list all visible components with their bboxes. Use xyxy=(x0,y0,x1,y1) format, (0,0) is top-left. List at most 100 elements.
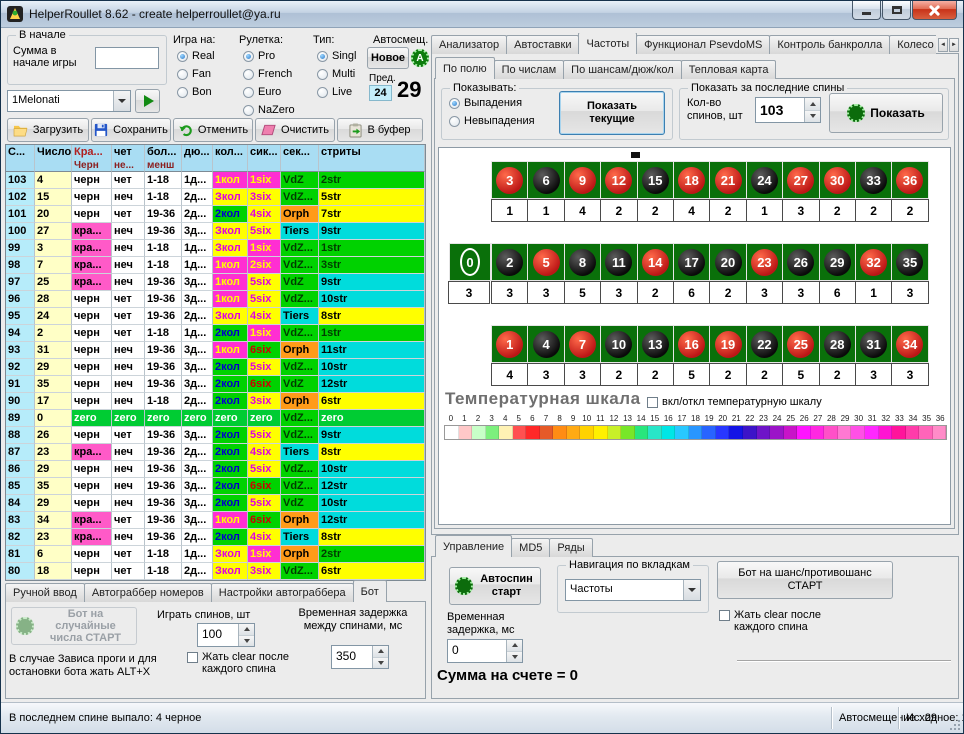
clear-after-spin-checkbox[interactable]: Жать clear после каждого спина xyxy=(187,651,317,675)
tab-bot[interactable]: Бот xyxy=(353,580,387,602)
spins-count-value[interactable]: 100 xyxy=(198,624,238,646)
spin-up-icon[interactable] xyxy=(373,646,388,658)
table-row[interactable]: 8723кра...неч19-362д...2кол4sixTiers8str xyxy=(6,444,425,461)
tab-scroll-right-icon[interactable]: ► xyxy=(949,38,959,52)
spin-down-icon[interactable] xyxy=(239,636,254,647)
table-row[interactable]: 816чернчет1-181д...Зкол1sixOrph2str xyxy=(6,546,425,563)
column-header[interactable]: стриты xyxy=(319,145,425,160)
combo-dropdown-icon[interactable] xyxy=(113,91,130,111)
column-header[interactable]: чет xyxy=(112,145,145,160)
spin-up-icon[interactable] xyxy=(239,624,254,636)
spin-delay-stepper[interactable]: 350 xyxy=(331,645,389,669)
column-header[interactable]: Число xyxy=(35,145,72,160)
chance-bot-start-button[interactable]: Бот на шанс/противошанс СТАРТ xyxy=(717,561,893,599)
table-row[interactable]: 10120чернчет19-362д...2кол4sixOrph7str xyxy=(6,206,425,223)
show-button[interactable]: Показать xyxy=(829,93,943,133)
tab-psevdoms[interactable]: Функционал PsevdoMS xyxy=(636,35,770,54)
spin-delay-value[interactable]: 350 xyxy=(332,646,372,668)
radio-live[interactable]: Live xyxy=(317,86,352,98)
tab-scroll-left-icon[interactable]: ◄ xyxy=(938,38,948,52)
table-row[interactable]: 8535черннеч19-363д...2кол6sixVdZ...12str xyxy=(6,478,425,495)
table-row[interactable]: 8429черннеч19-363д...2кол5sixVdZ10str xyxy=(6,495,425,512)
new-button[interactable]: Новое xyxy=(367,47,409,69)
temperature-scale-checkbox[interactable]: вкл/откл температурную шкалу xyxy=(647,396,822,408)
tab-frequencies[interactable]: Частоты xyxy=(578,33,637,54)
table-row[interactable]: 10027кра...неч19-363д...Зкол5sixTiers9st… xyxy=(6,223,425,240)
table-row[interactable]: 987кра...неч1-181д...1кол2sixVdZ...3str xyxy=(6,257,425,274)
save-button[interactable]: Сохранить xyxy=(91,118,171,142)
radio-hits[interactable]: Выпадения xyxy=(449,97,522,109)
tab-navigation-select[interactable]: Частоты xyxy=(565,579,701,601)
spin-down-icon[interactable] xyxy=(373,658,388,669)
table-row[interactable]: 10215черннеч1-182д...Зкол3sixVdZ...5str xyxy=(6,189,425,206)
tab-wheel[interactable]: Колесо xyxy=(889,35,936,54)
tab-control[interactable]: Управление xyxy=(435,535,512,557)
show-current-button[interactable]: Показать текущие xyxy=(559,91,665,135)
spin-up-icon[interactable] xyxy=(507,640,522,652)
spin-log-table[interactable]: С...ЧислоКра...четбол...дю...кол...сик..… xyxy=(5,144,426,581)
autospin-start-button[interactable]: Автоспин старт xyxy=(449,567,541,605)
control-delay-value[interactable]: 0 xyxy=(448,640,506,662)
table-row[interactable]: 9135черннеч19-363д...2кол6sixVdZ12str xyxy=(6,376,425,393)
radio-misses[interactable]: Невыпадения xyxy=(449,115,535,127)
radio-singl[interactable]: Singl xyxy=(317,50,356,62)
column-header[interactable]: кол... xyxy=(213,145,248,160)
close-button[interactable] xyxy=(912,1,957,20)
radio-nazero[interactable]: NaZero xyxy=(243,104,295,116)
column-header[interactable]: сек... xyxy=(281,145,319,160)
radio-fan[interactable]: Fan xyxy=(177,68,211,80)
clear-button[interactable]: Очистить xyxy=(255,118,335,142)
column-header[interactable]: бол... xyxy=(145,145,182,160)
last-spins-value[interactable]: 103 xyxy=(756,98,804,122)
tab-autograbber[interactable]: Автограббер номеров xyxy=(84,583,212,602)
table-row[interactable]: 9229черннеч19-363д...2кол5sixVdZ...10str xyxy=(6,359,425,376)
copy-to-buffer-button[interactable]: В буфер xyxy=(337,118,423,142)
table-row[interactable]: 1034чернчет1-181д...1кол1sixVdZ2str xyxy=(6,172,425,189)
radio-pro[interactable]: Pro xyxy=(243,50,275,62)
resize-grip[interactable] xyxy=(948,718,961,731)
radio-euro[interactable]: Euro xyxy=(243,86,281,98)
start-sum-input[interactable] xyxy=(95,47,159,69)
column-header[interactable]: Кра... xyxy=(72,145,112,160)
table-row[interactable]: 8018чернчет1-182д...Зкол3sixVdZ...6str xyxy=(6,563,425,580)
tab-autograbber-settings[interactable]: Настройки автограббера xyxy=(211,583,354,602)
table-row[interactable]: 8223кра...неч19-362д...2кол4sixTiers8str xyxy=(6,529,425,546)
table-row[interactable]: 9331черннеч19-363д...1кол6sixOrph11str xyxy=(6,342,425,359)
table-row[interactable]: 890zerozerozerozerozerozeroVdZ...zero xyxy=(6,410,425,427)
radio-real[interactable]: Real xyxy=(177,50,215,62)
control-delay-stepper[interactable]: 0 xyxy=(447,639,523,663)
table-row[interactable]: 942чернчет1-181д...2кол1sixVdZ...1str xyxy=(6,325,425,342)
table-row[interactable]: 9524чернчет19-362д...Зкол4sixTiers8str xyxy=(6,308,425,325)
table-row[interactable]: 9628чернчет19-363д...1кол5sixVdZ...10str xyxy=(6,291,425,308)
spin-down-icon[interactable] xyxy=(805,111,820,123)
tab-rows[interactable]: Ряды xyxy=(549,538,592,557)
table-row[interactable]: 8334кра...чет19-363д...1кол6sixOrph12str xyxy=(6,512,425,529)
clear-after-spin-checkbox-right[interactable]: Жать clear после каждого спина xyxy=(719,609,849,633)
random-numbers-bot-button[interactable]: Бот на случайные числа СТАРТ xyxy=(11,607,137,645)
table-row[interactable]: 8629черннеч19-363д...2кол5sixVdZ...10str xyxy=(6,461,425,478)
titlebar[interactable]: HelperRoullet 8.62 - create helperroulle… xyxy=(1,1,963,28)
play-button[interactable] xyxy=(135,89,160,113)
table-row[interactable]: 8826чернчет19-363д...2кол5sixVdZ...9str xyxy=(6,427,425,444)
table-row[interactable]: 993кра...неч1-181д...Зкол1sixVdZ...1str xyxy=(6,240,425,257)
subtab-by-field[interactable]: По полю xyxy=(435,57,495,79)
subtab-heatmap[interactable]: Тепловая карта xyxy=(681,60,777,79)
load-button[interactable]: Загрузить xyxy=(7,118,89,142)
table-row[interactable]: 9725кра...неч19-363д...1кол5sixVdZ9str xyxy=(6,274,425,291)
spin-up-icon[interactable] xyxy=(805,98,820,111)
table-row[interactable]: 9017черннеч1-182д...2кол3sixOrph6str xyxy=(6,393,425,410)
tab-md5[interactable]: MD5 xyxy=(511,538,550,557)
undo-button[interactable]: Отменить xyxy=(173,118,253,142)
tab-analyzer[interactable]: Анализатор xyxy=(431,35,507,54)
spin-down-icon[interactable] xyxy=(507,652,522,663)
column-header[interactable]: сик... xyxy=(248,145,281,160)
radio-french[interactable]: French xyxy=(243,68,292,80)
tab-manual-input[interactable]: Ручной ввод xyxy=(5,583,85,602)
combo-dropdown-icon[interactable] xyxy=(683,580,700,600)
tab-autobets[interactable]: Автоставки xyxy=(506,35,579,54)
last-spins-stepper[interactable]: 103 xyxy=(755,97,821,123)
tab-bankroll-control[interactable]: Контроль банкролла xyxy=(769,35,890,54)
maximize-button[interactable] xyxy=(882,1,911,20)
minimize-button[interactable] xyxy=(852,1,881,20)
subtab-by-chances[interactable]: По шансам/дюж/кол xyxy=(563,60,682,79)
